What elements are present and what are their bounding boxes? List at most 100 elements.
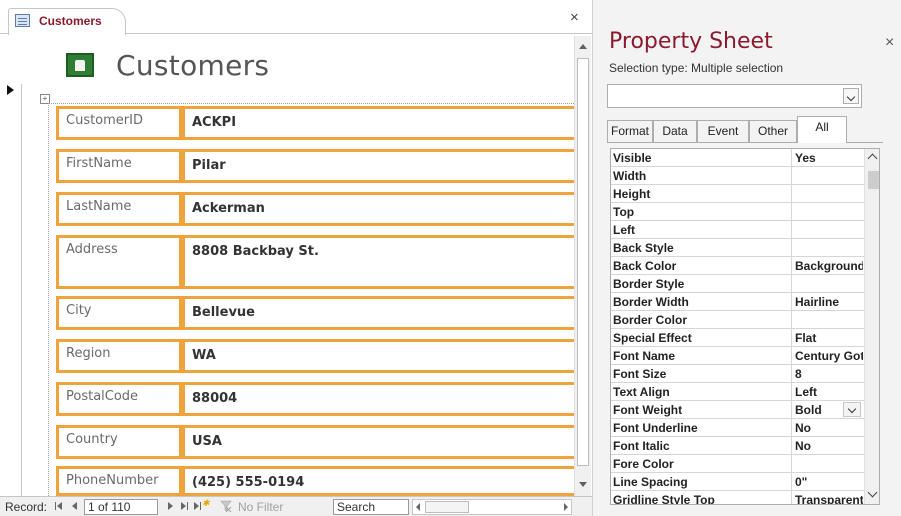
property-name: Visible [613, 151, 652, 165]
property-name: Font Name [613, 349, 676, 363]
property-row[interactable]: Border Width Hairline [611, 293, 864, 311]
tab-all[interactable]: All [797, 116, 847, 143]
chevron-down-icon[interactable] [843, 88, 859, 104]
field-label-postalcode[interactable]: PostalCode [56, 382, 182, 416]
property-name: Width [613, 169, 647, 183]
property-value[interactable]: 8 [795, 367, 863, 381]
form-title[interactable]: Customers [116, 49, 269, 82]
chevron-down-icon[interactable] [867, 487, 878, 498]
field-value-phonenumber[interactable]: (425) 555-0194 [182, 466, 574, 496]
property-row[interactable]: Font Size 8 [611, 365, 864, 383]
customers-logo-icon [66, 53, 94, 77]
search-input[interactable]: Search [333, 499, 409, 515]
field-label-address[interactable]: Address [56, 235, 182, 289]
document-tab-customers[interactable]: Customers [8, 8, 126, 35]
property-name: Gridline Style Top [613, 493, 715, 505]
close-property-sheet-icon[interactable]: × [885, 34, 894, 52]
property-name: Fore Color [613, 457, 674, 471]
scroll-right-arrow-icon[interactable] [564, 503, 568, 511]
horizontal-scroll-thumb[interactable] [425, 501, 469, 513]
property-value[interactable]: Century Gothic [795, 349, 863, 363]
property-tabs: Format Data Event Other All [607, 116, 867, 143]
property-row[interactable]: Back Style [611, 239, 864, 257]
field-value-firstname[interactable]: Pilar [182, 149, 574, 183]
property-row[interactable]: Top [611, 203, 864, 221]
property-value[interactable]: No [795, 439, 863, 453]
field-label-phonenumber[interactable]: PhoneNumber [56, 466, 182, 496]
property-row[interactable]: Font Name Century Gothic [611, 347, 864, 365]
property-value[interactable]: Yes [795, 151, 863, 165]
field-value-country[interactable]: USA [182, 425, 574, 459]
scroll-left-arrow-icon[interactable] [416, 503, 420, 511]
property-value[interactable]: Left [795, 385, 863, 399]
scroll-down-arrow-icon[interactable] [575, 477, 592, 491]
property-row[interactable]: Width [611, 167, 864, 185]
property-scroll-thumb[interactable] [868, 171, 879, 189]
field-value-city[interactable]: Bellevue [182, 296, 574, 330]
property-value[interactable]: Flat [795, 331, 863, 345]
property-name: Left [613, 223, 635, 237]
field-value-address[interactable]: 8808 Backbay St. [182, 235, 574, 289]
scroll-thumb[interactable] [577, 58, 589, 466]
current-record-input[interactable]: 1 of 110 [84, 499, 158, 515]
property-sheet-pane: Property Sheet × Selection type: Multipl… [592, 0, 901, 516]
selection-combo-box[interactable] [607, 84, 862, 108]
field-value-customerid[interactable]: ACKPI [182, 106, 574, 140]
property-row[interactable]: Font Underline No [611, 419, 864, 437]
property-value[interactable]: Transparent [795, 493, 863, 504]
property-name: Border Color [613, 313, 688, 327]
property-row[interactable]: Gridline Style Top Transparent [611, 491, 864, 505]
last-record-icon[interactable] [180, 500, 190, 512]
form-horizontal-scrollbar[interactable] [412, 499, 572, 515]
close-document-icon[interactable]: × [570, 9, 579, 26]
property-row[interactable]: Fore Color [611, 455, 864, 473]
property-row[interactable]: Height [611, 185, 864, 203]
field-label-city[interactable]: City [56, 296, 182, 330]
document-tab-label: Customers [39, 14, 102, 28]
scroll-up-arrow-icon[interactable] [575, 40, 592, 54]
field-label-lastname[interactable]: LastName [56, 192, 182, 226]
field-value-lastname[interactable]: Ackerman [182, 192, 574, 226]
property-row[interactable]: Font Italic No [611, 437, 864, 455]
chevron-up-icon[interactable] [867, 153, 878, 164]
field-label-customerid[interactable]: CustomerID [56, 106, 182, 140]
property-row[interactable]: Back Color Background 1 [611, 257, 864, 275]
property-name: Font Underline [613, 421, 698, 435]
tab-format[interactable]: Format [607, 120, 653, 142]
property-row[interactable]: Left [611, 221, 864, 239]
new-record-icon[interactable]: ✱ [194, 498, 210, 512]
property-row[interactable]: Special Effect Flat [611, 329, 864, 347]
tab-data[interactable]: Data [653, 120, 697, 142]
property-row[interactable]: Font Weight Bold [611, 401, 864, 419]
chevron-down-icon[interactable] [843, 402, 861, 417]
record-selector[interactable] [0, 84, 22, 496]
tab-other[interactable]: Other [749, 120, 797, 142]
field-label-country[interactable]: Country [56, 425, 182, 459]
field-label-firstname[interactable]: FirstName [56, 149, 182, 183]
form-document: Customers × Customers + CustomerID ACKPI… [0, 0, 592, 516]
property-name: Back Style [613, 241, 674, 255]
field-value-postalcode[interactable]: 88004 [182, 382, 574, 416]
property-row[interactable]: Border Style [611, 275, 864, 293]
tab-event[interactable]: Event [697, 120, 749, 142]
no-filter-button[interactable]: No Filter [238, 500, 283, 514]
property-name: Border Width [613, 295, 689, 309]
property-value[interactable]: 0" [795, 475, 863, 489]
property-value[interactable]: No [795, 421, 863, 435]
property-row[interactable]: Border Color [611, 311, 864, 329]
property-grid-scrollbar[interactable] [864, 149, 879, 504]
field-value-region[interactable]: WA [182, 339, 574, 373]
property-row[interactable]: Line Spacing 0" [611, 473, 864, 491]
previous-record-icon[interactable] [70, 500, 80, 512]
property-row[interactable]: Text Align Left [611, 383, 864, 401]
record-label: Record: [5, 500, 48, 514]
property-value[interactable]: Background 1 [795, 259, 863, 273]
next-record-icon[interactable] [166, 500, 176, 512]
property-name: Font Italic [613, 439, 670, 453]
field-label-region[interactable]: Region [56, 339, 182, 373]
form-vertical-scrollbar[interactable] [574, 36, 591, 496]
form-icon [15, 14, 30, 27]
property-row[interactable]: Visible Yes [611, 149, 864, 167]
property-value[interactable]: Hairline [795, 295, 863, 309]
first-record-icon[interactable] [55, 500, 65, 512]
